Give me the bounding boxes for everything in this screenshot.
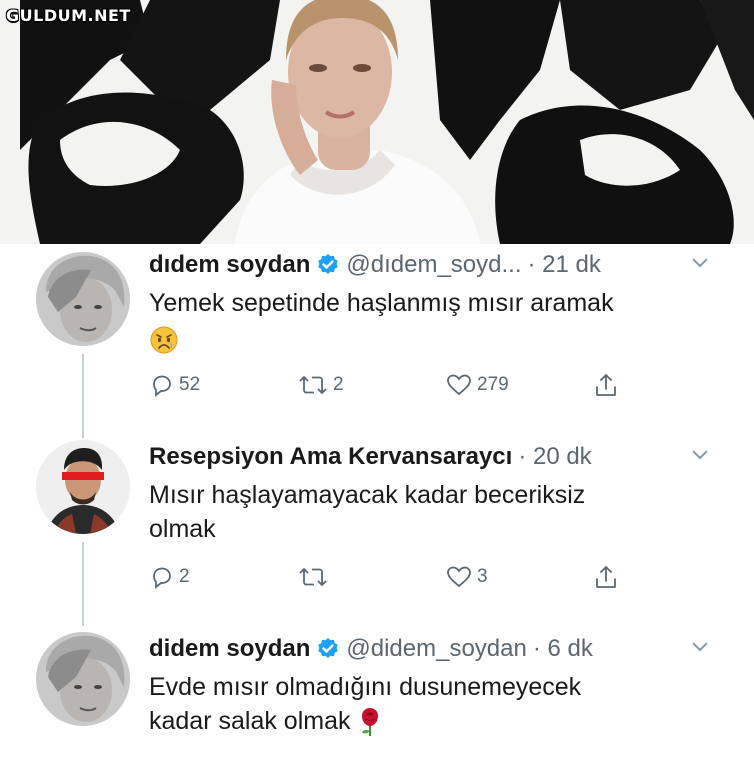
like-count: 279 bbox=[477, 374, 509, 395]
reply-icon bbox=[153, 375, 171, 397]
share-icon bbox=[596, 374, 616, 396]
tweet-text: Mısır haşlayamayacak kadar beceriksiz ol… bbox=[149, 478, 585, 546]
timestamp[interactable]: · 20 dk bbox=[518, 443, 591, 471]
reply-button[interactable]: 2 bbox=[149, 564, 190, 590]
tweet-emoji-line bbox=[149, 322, 614, 356]
timestamp[interactable]: · 6 dk bbox=[533, 635, 593, 663]
chevron-down-icon[interactable] bbox=[690, 256, 710, 270]
reply-button[interactable]: 52 bbox=[149, 372, 200, 398]
author-handle[interactable]: @dıdem_soyd... bbox=[346, 251, 521, 279]
verified-badge-icon bbox=[318, 638, 339, 658]
rose-icon bbox=[362, 708, 379, 737]
share-button[interactable] bbox=[593, 372, 619, 400]
hero-photo-illustration bbox=[0, 0, 754, 244]
tweet[interactable]: Resepsiyon Ama Kervansaraycı · 20 dk Mıs… bbox=[0, 440, 754, 630]
like-button[interactable]: 3 bbox=[445, 564, 488, 590]
chevron-down-icon[interactable] bbox=[690, 640, 710, 654]
hero-photo: GULDUM.NET bbox=[0, 0, 754, 244]
tweet[interactable]: didem soydan @didem_soydan · 6 dk Evde m… bbox=[0, 632, 754, 758]
author-name[interactable]: dıdem soydan bbox=[149, 251, 310, 279]
tweet-text-line: Mısır haşlayamayacak kadar beceriksiz bbox=[149, 481, 586, 509]
retweet-icon bbox=[299, 568, 327, 586]
verified-badge-icon bbox=[318, 254, 339, 274]
tweet[interactable]: dıdem soydan @dıdem_soyd... · 21 dk Yeme… bbox=[0, 248, 754, 438]
share-button[interactable] bbox=[593, 564, 619, 592]
reply-count: 52 bbox=[179, 374, 201, 395]
author-name[interactable]: Resepsiyon Ama Kervansaraycı bbox=[149, 443, 512, 471]
retweet-icon bbox=[299, 376, 327, 394]
tweet-thread: dıdem soydan @dıdem_soyd... · 21 dk Yeme… bbox=[0, 244, 754, 758]
heart-icon bbox=[447, 374, 471, 396]
reply-icon bbox=[153, 567, 171, 589]
tweet-text: Evde mısır olmadığını dusunemeyecek kada… bbox=[149, 670, 581, 738]
avatar[interactable] bbox=[36, 632, 130, 726]
tweet-header: didem soydan @didem_soydan · 6 dk bbox=[149, 632, 593, 666]
like-button[interactable]: 279 bbox=[445, 372, 509, 398]
tweet-text-line: Evde mısır olmadığını dusunemeyecek bbox=[149, 673, 582, 701]
author-name[interactable]: didem soydan bbox=[149, 635, 310, 663]
retweet-count: 2 bbox=[333, 374, 344, 395]
tweet-actions: 52 2 279 bbox=[149, 372, 629, 406]
avatar[interactable] bbox=[36, 440, 130, 534]
retweet-button[interactable] bbox=[297, 564, 329, 590]
tweet-header: dıdem soydan @dıdem_soyd... · 21 dk bbox=[149, 248, 601, 282]
like-count: 3 bbox=[477, 566, 488, 587]
disappointed-face-icon bbox=[150, 326, 178, 354]
timestamp[interactable]: · 21 dk bbox=[528, 251, 601, 279]
tweet-text-line: Yemek sepetinde haşlanmış mısır aramak bbox=[149, 289, 614, 317]
avatar[interactable] bbox=[36, 252, 130, 346]
share-icon bbox=[596, 566, 616, 588]
tweet-actions: 2 3 bbox=[149, 564, 629, 598]
tweet-header: Resepsiyon Ama Kervansaraycı · 20 dk bbox=[149, 440, 592, 474]
chevron-down-icon[interactable] bbox=[690, 448, 710, 462]
heart-icon bbox=[447, 566, 471, 588]
tweet-text-segment: kadar salak olmak bbox=[149, 707, 351, 735]
tweet-text-line-2: kadar salak olmak bbox=[149, 704, 581, 738]
reply-count: 2 bbox=[179, 566, 190, 587]
author-handle[interactable]: @didem_soydan bbox=[346, 635, 526, 663]
tweet-text: Yemek sepetinde haşlanmış mısır aramak bbox=[149, 286, 614, 356]
retweet-button[interactable]: 2 bbox=[297, 372, 344, 398]
tweet-text-line: olmak bbox=[149, 515, 216, 543]
watermark: GULDUM.NET bbox=[6, 6, 131, 25]
